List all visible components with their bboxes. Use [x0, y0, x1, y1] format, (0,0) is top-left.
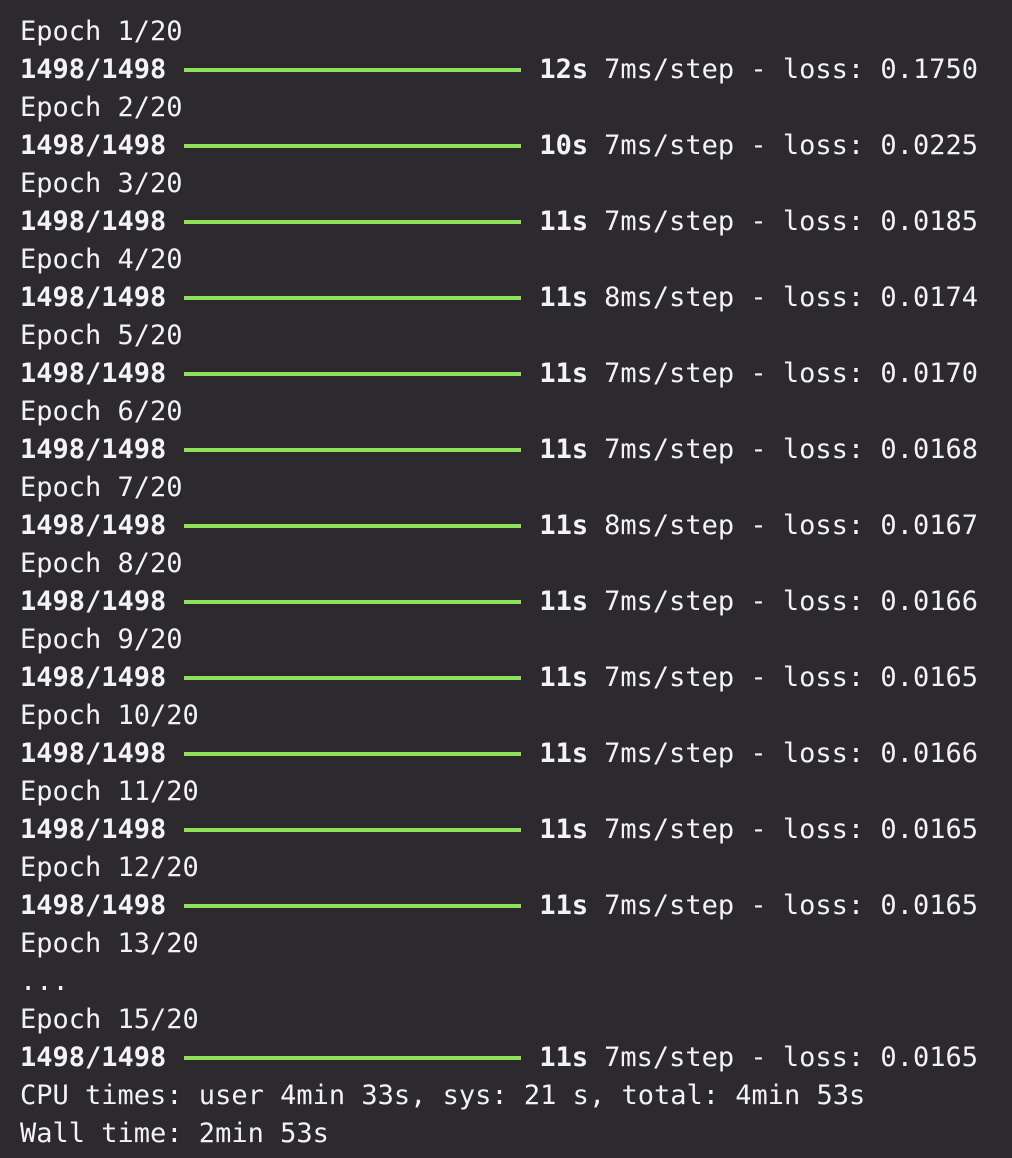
- epoch-duration: 11s: [539, 890, 589, 921]
- progress-bar-fill: [184, 448, 522, 452]
- progress-bar: [184, 1056, 522, 1060]
- progress-bar: [184, 524, 522, 528]
- progress-bar-fill: [184, 904, 522, 908]
- epoch-header: Epoch 11/20: [20, 776, 199, 807]
- epoch-duration: 11s: [539, 586, 589, 617]
- step-time-and-loss: 7ms/step - loss: 0.0170: [604, 358, 978, 389]
- progress-bar-fill: [184, 828, 522, 832]
- epoch-header: Epoch 5/20: [20, 320, 183, 351]
- progress-bar-fill: [184, 524, 522, 528]
- progress-bar-fill: [184, 372, 522, 376]
- epoch-header: Epoch 13/20: [20, 928, 199, 959]
- step-time-and-loss: 7ms/step - loss: 0.0166: [604, 586, 978, 617]
- epoch-duration: 11s: [539, 1042, 589, 1073]
- epoch-header: Epoch 3/20: [20, 168, 183, 199]
- log-text-line: Wall time: 2min 53s: [20, 1118, 329, 1149]
- step-time-and-loss: 7ms/step - loss: 0.1750: [604, 54, 978, 85]
- step-counter: 1498/1498: [20, 890, 167, 921]
- epoch-duration: 11s: [539, 738, 589, 769]
- step-counter: 1498/1498: [20, 358, 167, 389]
- step-counter: 1498/1498: [20, 1042, 167, 1073]
- progress-bar-fill: [184, 600, 522, 604]
- epoch-duration: 11s: [539, 206, 589, 237]
- progress-bar: [184, 296, 522, 300]
- progress-line: 1498/1498 11s 7ms/step - loss: 0.0165: [20, 1039, 1000, 1077]
- step-time-and-loss: 7ms/step - loss: 0.0185: [604, 206, 978, 237]
- step-time-and-loss: 7ms/step - loss: 0.0225: [604, 130, 978, 161]
- progress-line: 1498/1498 11s 7ms/step - loss: 0.0165: [20, 887, 1000, 925]
- progress-bar: [184, 828, 522, 832]
- progress-line: 1498/1498 11s 7ms/step - loss: 0.0185: [20, 203, 1000, 241]
- epoch-header: Epoch 4/20: [20, 244, 183, 275]
- step-time-and-loss: 7ms/step - loss: 0.0166: [604, 738, 978, 769]
- step-counter: 1498/1498: [20, 54, 167, 85]
- epoch-header: Epoch 1/20: [20, 16, 183, 47]
- progress-bar: [184, 600, 522, 604]
- step-time-and-loss: 7ms/step - loss: 0.0165: [604, 814, 978, 845]
- step-counter: 1498/1498: [20, 434, 167, 465]
- progress-line: 1498/1498 11s 7ms/step - loss: 0.0166: [20, 735, 1000, 773]
- step-counter: 1498/1498: [20, 282, 167, 313]
- step-time-and-loss: 7ms/step - loss: 0.0165: [604, 890, 978, 921]
- epoch-duration: 11s: [539, 814, 589, 845]
- epoch-header: Epoch 12/20: [20, 852, 199, 883]
- epoch-header: Epoch 10/20: [20, 700, 199, 731]
- progress-bar: [184, 676, 522, 680]
- epoch-duration: 11s: [539, 662, 589, 693]
- step-counter: 1498/1498: [20, 586, 167, 617]
- step-counter: 1498/1498: [20, 206, 167, 237]
- training-log-output: Epoch 1/20 1498/1498 12s 7ms/step - loss: 0…: [20, 13, 1000, 1153]
- progress-bar-fill: [184, 68, 522, 72]
- progress-bar: [184, 904, 522, 908]
- epoch-duration: 11s: [539, 510, 589, 541]
- step-counter: 1498/1498: [20, 510, 167, 541]
- epoch-header: Epoch 2/20: [20, 92, 183, 123]
- progress-line: 1498/1498 10s 7ms/step - loss: 0.0225: [20, 127, 1000, 165]
- step-time-and-loss: 8ms/step - loss: 0.0167: [604, 510, 978, 541]
- epoch-header: Epoch 7/20: [20, 472, 183, 503]
- epoch-duration: 11s: [539, 282, 589, 313]
- progress-line: 1498/1498 11s 8ms/step - loss: 0.0174: [20, 279, 1000, 317]
- progress-bar: [184, 372, 522, 376]
- progress-line: 1498/1498 11s 7ms/step - loss: 0.0165: [20, 659, 1000, 697]
- progress-bar-fill: [184, 296, 522, 300]
- epoch-duration: 11s: [539, 434, 589, 465]
- step-time-and-loss: 7ms/step - loss: 0.0165: [604, 662, 978, 693]
- log-text-line: ...: [20, 966, 69, 997]
- step-counter: 1498/1498: [20, 662, 167, 693]
- epoch-duration: 12s: [539, 54, 589, 85]
- epoch-duration: 11s: [539, 358, 589, 389]
- step-counter: 1498/1498: [20, 130, 167, 161]
- epoch-header: Epoch 9/20: [20, 624, 183, 655]
- progress-bar-fill: [184, 1056, 522, 1060]
- step-counter: 1498/1498: [20, 738, 167, 769]
- progress-bar: [184, 144, 522, 148]
- step-time-and-loss: 7ms/step - loss: 0.0168: [604, 434, 978, 465]
- progress-line: 1498/1498 11s 7ms/step - loss: 0.0168: [20, 431, 1000, 469]
- progress-bar: [184, 220, 522, 224]
- epoch-duration: 10s: [539, 130, 589, 161]
- log-text-line: CPU times: user 4min 33s, sys: 21 s, tot…: [20, 1080, 866, 1111]
- step-counter: 1498/1498: [20, 814, 167, 845]
- progress-bar: [184, 448, 522, 452]
- epoch-header: Epoch 8/20: [20, 548, 183, 579]
- progress-line: 1498/1498 11s 7ms/step - loss: 0.0166: [20, 583, 1000, 621]
- progress-bar: [184, 752, 522, 756]
- progress-line: 1498/1498 11s 8ms/step - loss: 0.0167: [20, 507, 1000, 545]
- progress-bar-fill: [184, 752, 522, 756]
- epoch-header: Epoch 6/20: [20, 396, 183, 427]
- epoch-header: Epoch 15/20: [20, 1004, 199, 1035]
- progress-line: 1498/1498 11s 7ms/step - loss: 0.0170: [20, 355, 1000, 393]
- step-time-and-loss: 8ms/step - loss: 0.0174: [604, 282, 978, 313]
- progress-bar: [184, 68, 522, 72]
- progress-bar-fill: [184, 676, 522, 680]
- progress-line: 1498/1498 12s 7ms/step - loss: 0.1750: [20, 51, 1000, 89]
- progress-line: 1498/1498 11s 7ms/step - loss: 0.0165: [20, 811, 1000, 849]
- step-time-and-loss: 7ms/step - loss: 0.0165: [604, 1042, 978, 1073]
- progress-bar-fill: [184, 144, 522, 148]
- progress-bar-fill: [184, 220, 522, 224]
